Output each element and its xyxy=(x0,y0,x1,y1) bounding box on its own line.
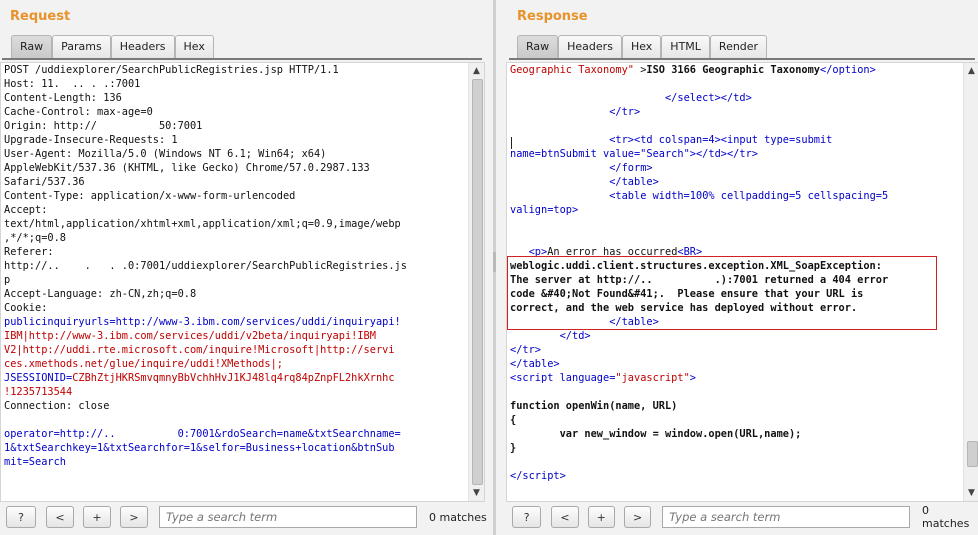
request-line: mit=Search xyxy=(4,456,66,468)
response-line: </tr> xyxy=(510,344,541,356)
response-line: <table width=100% cellpadding=5 cellspac… xyxy=(609,190,889,202)
request-line: 1&txtSearchkey=1&txtSearchfor=1&selfor=B… xyxy=(4,442,395,454)
request-line: text/html,application/xhtml+xml,applicat… xyxy=(4,218,401,230)
request-tabs: Raw Params Headers Hex xyxy=(11,35,214,59)
response-search-bar: ? < + > 0 matches xyxy=(512,504,978,530)
request-tab-headers[interactable]: Headers xyxy=(110,35,175,58)
request-line xyxy=(4,413,468,427)
request-tab-underline xyxy=(2,58,482,60)
response-tab-hex[interactable]: Hex xyxy=(621,35,662,58)
response-add-button[interactable]: + xyxy=(587,506,615,528)
request-search-bar: ? < + > 0 matches xyxy=(6,505,487,529)
response-scrollbar[interactable]: ▲ ▼ xyxy=(963,63,978,501)
response-line: <tr><td colspan=4><input type=submit xyxy=(609,134,833,146)
scroll-up-arrow-icon[interactable]: ▲ xyxy=(966,65,977,77)
response-tab-headers[interactable]: Headers xyxy=(558,35,622,58)
request-line: ces.xmethods.net/glue/inquire/uddi!XMeth… xyxy=(4,358,283,370)
scroll-up-arrow-icon[interactable]: ▲ xyxy=(471,65,482,77)
request-next-button[interactable]: > xyxy=(120,506,148,528)
request-line: Content-Type: application/x-www-form-url… xyxy=(4,190,296,202)
response-line xyxy=(510,217,963,231)
response-tab-raw[interactable]: Raw xyxy=(517,35,559,58)
request-line: JSESSIONID=CZBhZtjHKRSmvqmnyBbVchhHvJ1KJ… xyxy=(4,372,395,384)
request-line: Host: 11. .. . .:7001 xyxy=(4,78,141,90)
request-pane: Request Raw Params Headers Hex POST /udd… xyxy=(0,0,490,535)
request-line: Upgrade-Insecure-Requests: 1 xyxy=(4,134,178,146)
response-line: </select></td> xyxy=(664,92,752,104)
response-prev-button[interactable]: < xyxy=(551,506,579,528)
error-highlight-box xyxy=(507,256,937,330)
response-line xyxy=(510,231,963,245)
request-line: operator=http://.. 0:7001&rdoSearch=name… xyxy=(4,428,401,440)
response-editor[interactable]: Geographic Taxonomy" >ISO 3166 Geographi… xyxy=(506,62,978,502)
request-editor[interactable]: POST /uddiexplorer/SearchPublicRegistrie… xyxy=(0,62,485,502)
response-pane: Response Raw Headers Hex HTML Render Geo… xyxy=(506,0,978,535)
request-line: Referer: xyxy=(4,246,54,258)
request-line: ,*/*;q=0.8 xyxy=(4,232,66,244)
text-cursor xyxy=(511,137,512,149)
response-match-count: 0 matches xyxy=(922,504,970,530)
request-line: p xyxy=(4,274,11,286)
request-tab-params[interactable]: Params xyxy=(52,35,111,58)
request-line: AppleWebKit/537.36 (KHTML, like Gecko) C… xyxy=(4,162,370,174)
request-line: Cookie: xyxy=(4,302,48,314)
response-line xyxy=(510,385,963,399)
response-scroll-thumb[interactable] xyxy=(967,441,978,467)
request-line: V2|http://uddi.rte.microsoft.com/inquire… xyxy=(4,344,395,356)
request-title: Request xyxy=(10,9,71,24)
response-line: </table> xyxy=(609,176,659,188)
pane-splitter[interactable] xyxy=(490,0,506,535)
response-line xyxy=(510,77,963,91)
scroll-down-arrow-icon[interactable]: ▼ xyxy=(966,487,977,499)
request-line: Content-Length: 136 xyxy=(4,92,122,104)
request-line: Accept: xyxy=(4,204,48,216)
request-help-button[interactable]: ? xyxy=(6,506,36,528)
response-line: </table> xyxy=(510,358,560,370)
request-prev-button[interactable]: < xyxy=(46,506,74,528)
splitter-grip[interactable] xyxy=(493,252,496,272)
response-next-button[interactable]: > xyxy=(623,506,652,528)
response-tab-render[interactable]: Render xyxy=(709,35,768,58)
request-line: Accept-Language: zh-CN,zh;q=0.8 xyxy=(4,288,197,300)
request-line: http://.. . . .0:7001/uddiexplorer/Searc… xyxy=(4,260,407,272)
response-line: </td> xyxy=(559,330,591,342)
request-line: !1235713544 xyxy=(4,386,73,398)
request-line: Safari/537.36 xyxy=(4,176,85,188)
response-line: { xyxy=(510,414,517,426)
response-search-input[interactable] xyxy=(662,506,911,528)
request-search-input[interactable] xyxy=(159,506,417,528)
response-title: Response xyxy=(517,9,588,24)
request-add-button[interactable]: + xyxy=(83,506,111,528)
request-tab-hex[interactable]: Hex xyxy=(174,35,214,58)
response-line: var new_window = window.open(URL,name); xyxy=(559,428,802,440)
response-line: </script> xyxy=(510,470,566,482)
request-line: Connection: close xyxy=(4,400,110,412)
response-line: </tr> xyxy=(609,106,641,118)
scroll-down-arrow-icon[interactable]: ▼ xyxy=(471,487,482,499)
response-line: name=btnSubmit value="Search"></td></tr> xyxy=(510,148,758,160)
response-line: } xyxy=(510,442,517,454)
response-line xyxy=(510,119,963,133)
request-line: IBM|http://www-3.ibm.com/services/uddi/v… xyxy=(4,330,376,342)
request-match-count: 0 matches xyxy=(429,510,487,524)
request-tab-raw[interactable]: Raw xyxy=(11,35,53,58)
response-line: <script language="javascript"> xyxy=(510,372,696,384)
response-line: valign=top> xyxy=(510,204,579,216)
response-line: </form> xyxy=(609,162,653,174)
request-raw-text[interactable]: POST /uddiexplorer/SearchPublicRegistrie… xyxy=(4,63,468,469)
request-line: POST /uddiexplorer/SearchPublicRegistrie… xyxy=(4,64,339,76)
request-scrollbar[interactable]: ▲ ▼ xyxy=(468,63,484,501)
request-scroll-thumb[interactable] xyxy=(472,79,483,485)
request-line: Cache-Control: max-age=0 xyxy=(4,106,153,118)
response-tab-html[interactable]: HTML xyxy=(661,35,710,58)
response-line xyxy=(510,455,963,469)
response-line: Geographic Taxonomy" >ISO 3166 Geographi… xyxy=(510,64,876,76)
response-help-button[interactable]: ? xyxy=(512,506,542,528)
response-tab-underline xyxy=(509,58,975,60)
request-line: Origin: http:// 50:7001 xyxy=(4,120,203,132)
response-tabs: Raw Headers Hex HTML Render xyxy=(517,35,768,59)
request-line: publicinquiryurls=http://www-3.ibm.com/s… xyxy=(4,316,401,328)
request-line: User-Agent: Mozilla/5.0 (Windows NT 6.1;… xyxy=(4,148,327,160)
response-line: function openWin(name, URL) xyxy=(510,400,678,412)
